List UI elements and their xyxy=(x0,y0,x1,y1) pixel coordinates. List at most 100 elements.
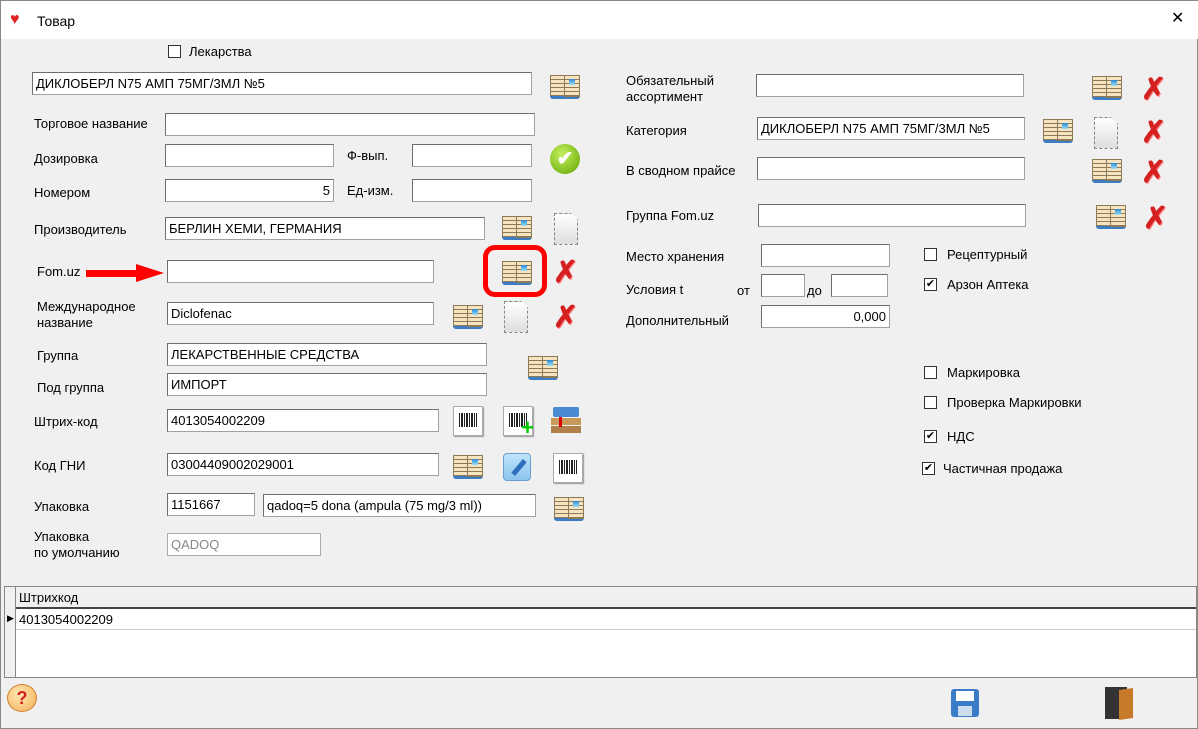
default-package-label-2: по умолчанию xyxy=(34,545,120,560)
book-lookup-icon[interactable] xyxy=(452,303,484,329)
category-label: Категория xyxy=(626,123,687,138)
temp-from-input[interactable] xyxy=(761,274,805,297)
red-arrow-annotation xyxy=(86,264,164,282)
package-code-input[interactable]: 1151667 xyxy=(167,493,255,516)
save-floppy-icon[interactable] xyxy=(951,689,979,717)
app-heart-icon: ♥ xyxy=(10,11,20,28)
medicines-checkbox[interactable] xyxy=(168,45,181,58)
default-package-input: QADOQ xyxy=(167,533,321,556)
form-input[interactable] xyxy=(412,144,532,167)
unit-label: Ед-изм. xyxy=(347,183,394,198)
book-lookup-icon[interactable] xyxy=(1091,157,1123,183)
fomuz-group-input[interactable] xyxy=(758,204,1026,227)
temp-to-input[interactable] xyxy=(831,274,888,297)
marking-label: Маркировка xyxy=(947,365,1020,380)
default-package-label: Упаковка xyxy=(34,529,90,544)
vat-label: НДС xyxy=(947,429,975,444)
extra-label: Дополнительный xyxy=(626,313,729,328)
book-lookup-icon[interactable] xyxy=(1042,117,1074,143)
close-button[interactable]: ✕ xyxy=(1171,11,1184,27)
grid-cell-barcode: 4013054002209 xyxy=(19,612,113,627)
dosage-input[interactable] xyxy=(165,144,334,167)
pricelist-label: В сводном прайсе xyxy=(626,163,736,178)
prescription-checkbox[interactable] xyxy=(924,248,937,261)
prescription-label: Рецептурный xyxy=(947,247,1028,262)
fomuz-book-lookup-icon[interactable] xyxy=(501,259,533,285)
clear-x-icon[interactable]: ✗ xyxy=(1141,158,1173,188)
grid-header xyxy=(5,587,1196,609)
trade-name-label: Торговое название xyxy=(34,116,148,131)
group-input[interactable]: ЛЕКАРСТВЕННЫЕ СРЕДСТВА xyxy=(167,343,487,366)
grid-header-barcode[interactable]: Штрихкод xyxy=(19,590,78,606)
clear-x-icon[interactable]: ✗ xyxy=(1141,118,1173,148)
number-input[interactable]: 5 xyxy=(165,179,334,202)
temperature-label: Условия t xyxy=(626,282,684,297)
arzon-apteka-label: Арзон Аптека xyxy=(947,277,1029,292)
gni-code-label: Код ГНИ xyxy=(34,458,86,473)
confirm-check-icon[interactable]: ✔ xyxy=(550,144,580,174)
book-lookup-icon[interactable] xyxy=(549,73,581,99)
grid-row[interactable]: 4013054002209 xyxy=(16,609,1196,630)
pencil-edit-icon[interactable] xyxy=(503,453,531,481)
partial-sale-checkbox[interactable]: ✔ xyxy=(922,462,935,475)
group-label: Группа xyxy=(37,348,79,363)
marking-checkbox[interactable] xyxy=(924,366,937,379)
number-label: Номером xyxy=(34,185,91,200)
inn-input[interactable]: Diclofenac xyxy=(167,302,434,325)
books-stack-icon[interactable] xyxy=(551,405,583,435)
extra-input[interactable]: 0,000 xyxy=(761,305,890,328)
clear-x-icon[interactable]: ✗ xyxy=(553,258,585,288)
clear-x-icon[interactable]: ✗ xyxy=(1141,75,1173,105)
pricelist-input[interactable] xyxy=(757,157,1025,180)
new-document-icon[interactable] xyxy=(504,301,528,333)
vat-checkbox[interactable]: ✔ xyxy=(924,430,937,443)
storage-label: Место хранения xyxy=(626,249,725,264)
book-lookup-icon[interactable] xyxy=(1095,203,1127,229)
help-icon[interactable]: ? xyxy=(7,684,37,712)
new-document-icon[interactable] xyxy=(1094,117,1118,149)
temp-to-label: до xyxy=(807,283,822,298)
barcode-input[interactable]: 4013054002209 xyxy=(167,409,439,432)
book-lookup-icon[interactable] xyxy=(1091,74,1123,100)
barcode-add-icon[interactable]: + xyxy=(503,406,534,440)
book-lookup-icon[interactable] xyxy=(452,453,484,479)
marking-check-checkbox[interactable] xyxy=(924,396,937,409)
barcode-icon[interactable] xyxy=(453,406,483,436)
product-name-input[interactable]: ДИКЛОБЕРЛ N75 АМП 75МГ/3МЛ №5 xyxy=(32,72,532,95)
medicines-label: Лекарства xyxy=(189,44,252,59)
new-document-icon[interactable] xyxy=(554,213,578,245)
barcode-label: Штрих-код xyxy=(34,414,98,429)
book-lookup-icon[interactable] xyxy=(527,354,559,380)
fomuz-group-label: Группа Fom.uz xyxy=(626,208,715,223)
book-lookup-icon[interactable] xyxy=(501,214,533,240)
fomuz-input[interactable] xyxy=(167,260,434,283)
clear-x-icon[interactable]: ✗ xyxy=(1143,204,1175,234)
gni-code-input[interactable]: 03004409002029001 xyxy=(167,453,439,476)
title-bar: ♥ Товар ✕ xyxy=(1,1,1198,39)
arzon-apteka-checkbox[interactable]: ✔ xyxy=(924,278,937,291)
mandatory-assortment-label-2: ассортимент xyxy=(626,89,704,104)
exit-door-icon[interactable] xyxy=(1105,687,1135,720)
barcode-icon[interactable] xyxy=(553,453,583,483)
unit-input[interactable] xyxy=(412,179,532,202)
subgroup-input[interactable]: ИМПОРТ xyxy=(167,373,487,396)
inn-label: Международное xyxy=(37,299,136,314)
mandatory-assortment-label: Обязательный xyxy=(626,73,714,88)
subgroup-label: Под группа xyxy=(37,380,105,395)
form-label: Ф-вып. xyxy=(347,148,389,163)
book-lookup-icon[interactable] xyxy=(553,495,585,521)
current-row-pointer-icon: ▶ xyxy=(7,613,14,623)
inn-label-2: название xyxy=(37,315,93,330)
manufacturer-input[interactable]: БЕРЛИН ХЕМИ, ГЕРМАНИЯ xyxy=(165,217,485,240)
barcode-grid[interactable]: Штрихкод ▶ 4013054002209 xyxy=(4,586,1197,678)
row-indicator-column xyxy=(5,587,16,677)
trade-name-input[interactable] xyxy=(165,113,535,136)
partial-sale-label: Частичная продажа xyxy=(943,461,1063,476)
package-description-input[interactable]: qadoq=5 dona (ampula (75 mg/3 ml)) xyxy=(263,494,536,517)
mandatory-assortment-input[interactable] xyxy=(756,74,1024,97)
storage-input[interactable] xyxy=(761,244,890,267)
temp-from-label: от xyxy=(737,283,750,298)
manufacturer-label: Производитель xyxy=(34,222,127,237)
category-input[interactable]: ДИКЛОБЕРЛ N75 АМП 75МГ/3МЛ №5 xyxy=(757,117,1025,140)
clear-x-icon[interactable]: ✗ xyxy=(553,303,585,333)
